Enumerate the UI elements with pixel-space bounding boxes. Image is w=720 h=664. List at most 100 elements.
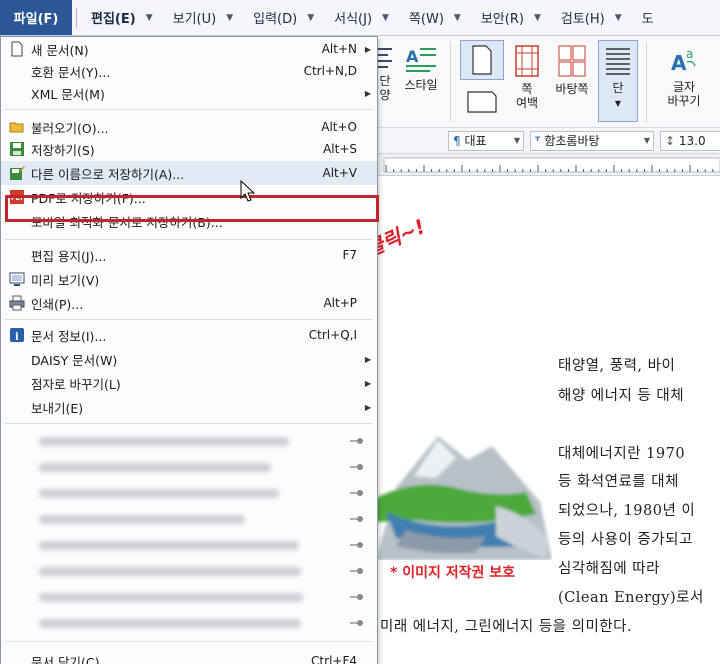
- folder-icon: [9, 122, 24, 133]
- menu-insert[interactable]: 입력(D) ▼: [243, 0, 324, 35]
- horizontal-ruler[interactable]: [376, 154, 720, 176]
- pin-icon[interactable]: [349, 617, 365, 629]
- page-margin-label: 쪽 여백: [515, 82, 539, 110]
- ribbon: 단 양 A 스타일 쪽 여백 바탕쪽 단 ▼ Aa 글자 바꾸기: [376, 36, 720, 128]
- menu-item-new[interactable]: 새 문서(N) Alt+N ▶: [1, 37, 377, 61]
- ribbon-partial-label: 단 양: [379, 74, 391, 102]
- pin-icon[interactable]: [349, 565, 365, 577]
- chevron-down-icon: ▼: [226, 12, 234, 23]
- menu-page[interactable]: 쪽(W) ▼: [399, 0, 471, 35]
- margin-icon: [515, 45, 539, 77]
- page-orientation-portrait[interactable]: [460, 40, 504, 80]
- menu-item-label: 편집 용지(J)...: [31, 248, 107, 264]
- info-icon: i: [10, 328, 24, 343]
- doc-line: 태양열, 풍력, 바이: [558, 358, 676, 374]
- doc-line: 심각해짐에 따라: [558, 561, 660, 577]
- menu-item-page-setup[interactable]: 편집 용지(J)... F7: [1, 243, 377, 267]
- menu-divider: [5, 641, 373, 642]
- menu-item-label: 호환 문서(Y)...: [31, 64, 111, 80]
- page-orientation-landscape[interactable]: [462, 88, 502, 120]
- copyright-note: * 이미지 저작권 보호: [390, 565, 515, 581]
- menu-review[interactable]: 검토(H) ▼: [551, 0, 632, 35]
- menu-item-doc-info[interactable]: i 문서 정보(I)... Ctrl+Q,I: [1, 323, 377, 347]
- svg-text:i: i: [15, 330, 19, 343]
- menu-item-save[interactable]: 저장하기(S) Alt+S: [1, 137, 377, 161]
- menu-item-preview[interactable]: 미리 보기(V): [1, 267, 377, 291]
- menu-item-label: 다른 이름으로 저장하기(A)...: [31, 166, 185, 182]
- menu-item-braille[interactable]: 점자로 바꾸기(L) ▶: [1, 371, 377, 395]
- chevron-down-icon: ▼: [513, 136, 520, 145]
- recent-document-item[interactable]: [31, 481, 363, 505]
- font-select[interactable]: ᵀ 함초롬바탕 ▼: [530, 131, 654, 151]
- menu-edit[interactable]: 편집(E) ▼: [81, 0, 163, 35]
- blurred-text: [39, 619, 301, 628]
- pin-icon[interactable]: [349, 513, 365, 525]
- menu-item-shortcut: Ctrl+Q,I: [308, 328, 357, 342]
- pin-icon[interactable]: [349, 461, 365, 473]
- blurred-text: [39, 593, 303, 602]
- menu-item-compat[interactable]: 호환 문서(Y)... Ctrl+N,D: [1, 59, 377, 83]
- menu-item-label: DAISY 문서(W): [31, 352, 118, 368]
- menu-security[interactable]: 보안(R) ▼: [471, 0, 551, 35]
- menu-item-label: 저장하기(S): [31, 142, 95, 158]
- doc-line: (Clean Energy)로서: [558, 590, 704, 606]
- menu-page-label: 쪽(W): [408, 12, 444, 27]
- menu-format[interactable]: 서식(J) ▼: [324, 0, 399, 35]
- recent-document-item[interactable]: [31, 507, 363, 531]
- menu-view[interactable]: 보기(U) ▼: [163, 0, 244, 35]
- font-size-input[interactable]: ↕ 13.0: [660, 131, 720, 151]
- recent-document-item[interactable]: [31, 559, 363, 583]
- format-toolbar: ¶ 대표 ▼ ᵀ 함초롬바탕 ▼ ↕ 13.0: [376, 128, 720, 154]
- blurred-text: [39, 541, 299, 550]
- menu-item-daisy[interactable]: DAISY 문서(W) ▶: [1, 347, 377, 371]
- change-char-button[interactable]: Aa 글자 바꾸기: [654, 44, 714, 108]
- pin-icon[interactable]: [349, 487, 365, 499]
- recent-document-item[interactable]: [31, 533, 363, 557]
- style-select[interactable]: ¶ 대표 ▼: [448, 131, 524, 151]
- menu-item-open[interactable]: 불러오기(O)... Alt+O: [1, 115, 377, 139]
- save-as-highlight-box: [5, 195, 379, 222]
- menu-item-shortcut: Alt+S: [323, 142, 357, 156]
- page-margin-button[interactable]: 쪽 여백: [506, 44, 548, 110]
- background-page-button[interactable]: 바탕쪽: [550, 44, 594, 97]
- menu-divider: [5, 239, 373, 240]
- menu-item-label: XML 문서(M): [31, 86, 105, 102]
- chevron-down-icon: ▼: [643, 136, 650, 145]
- font-size-icon: ↕: [665, 134, 679, 148]
- blurred-text: [39, 463, 271, 472]
- menu-item-shortcut: Alt+V: [322, 166, 357, 180]
- chevron-down-icon: ▼: [533, 12, 541, 23]
- menu-edit-label: 편집(E): [91, 12, 136, 27]
- style-select-value: 대표: [464, 134, 487, 148]
- recent-document-item[interactable]: [31, 455, 363, 479]
- menu-item-close[interactable]: 문서 닫기(C) Ctrl+F4: [1, 649, 377, 664]
- ruler-strip: [383, 157, 720, 173]
- menu-item-shortcut: Alt+O: [321, 120, 357, 134]
- pin-icon[interactable]: [349, 435, 365, 447]
- submenu-arrow-icon: ▶: [364, 354, 371, 364]
- menu-item-save-as[interactable]: 다른 이름으로 저장하기(A)... Alt+V: [1, 161, 377, 185]
- landscape-image: [376, 436, 552, 560]
- blurred-text: [39, 515, 245, 524]
- recent-document-item[interactable]: [31, 429, 363, 453]
- chevron-down-icon: ▼: [453, 12, 461, 23]
- chevron-down-icon: ▼: [614, 99, 622, 108]
- menu-item-send[interactable]: 보내기(E) ▶: [1, 395, 377, 419]
- pin-icon[interactable]: [349, 539, 365, 551]
- char-change-icon: Aa: [671, 47, 696, 75]
- menu-item-print[interactable]: 인쇄(P)... Alt+P: [1, 291, 377, 315]
- menu-tools[interactable]: 도: [632, 0, 664, 35]
- menu-file[interactable]: 파일(F): [0, 0, 72, 35]
- columns-button[interactable]: 단 ▼: [598, 40, 638, 122]
- doc-line: 등 화석연료를 대체: [558, 474, 679, 490]
- menu-item-xml[interactable]: XML 문서(M) ▶: [1, 81, 377, 105]
- recent-document-item[interactable]: [31, 585, 363, 609]
- menu-divider: [5, 319, 373, 320]
- recent-document-item[interactable]: [31, 611, 363, 635]
- doc-line: 대체에너지란 1970: [558, 446, 686, 462]
- pin-icon[interactable]: [349, 591, 365, 603]
- preview-icon: [9, 272, 25, 286]
- style-button[interactable]: A 스타일: [398, 44, 444, 93]
- chevron-down-icon: ▼: [307, 12, 315, 23]
- ribbon-partial-button[interactable]: 단 양: [376, 44, 394, 102]
